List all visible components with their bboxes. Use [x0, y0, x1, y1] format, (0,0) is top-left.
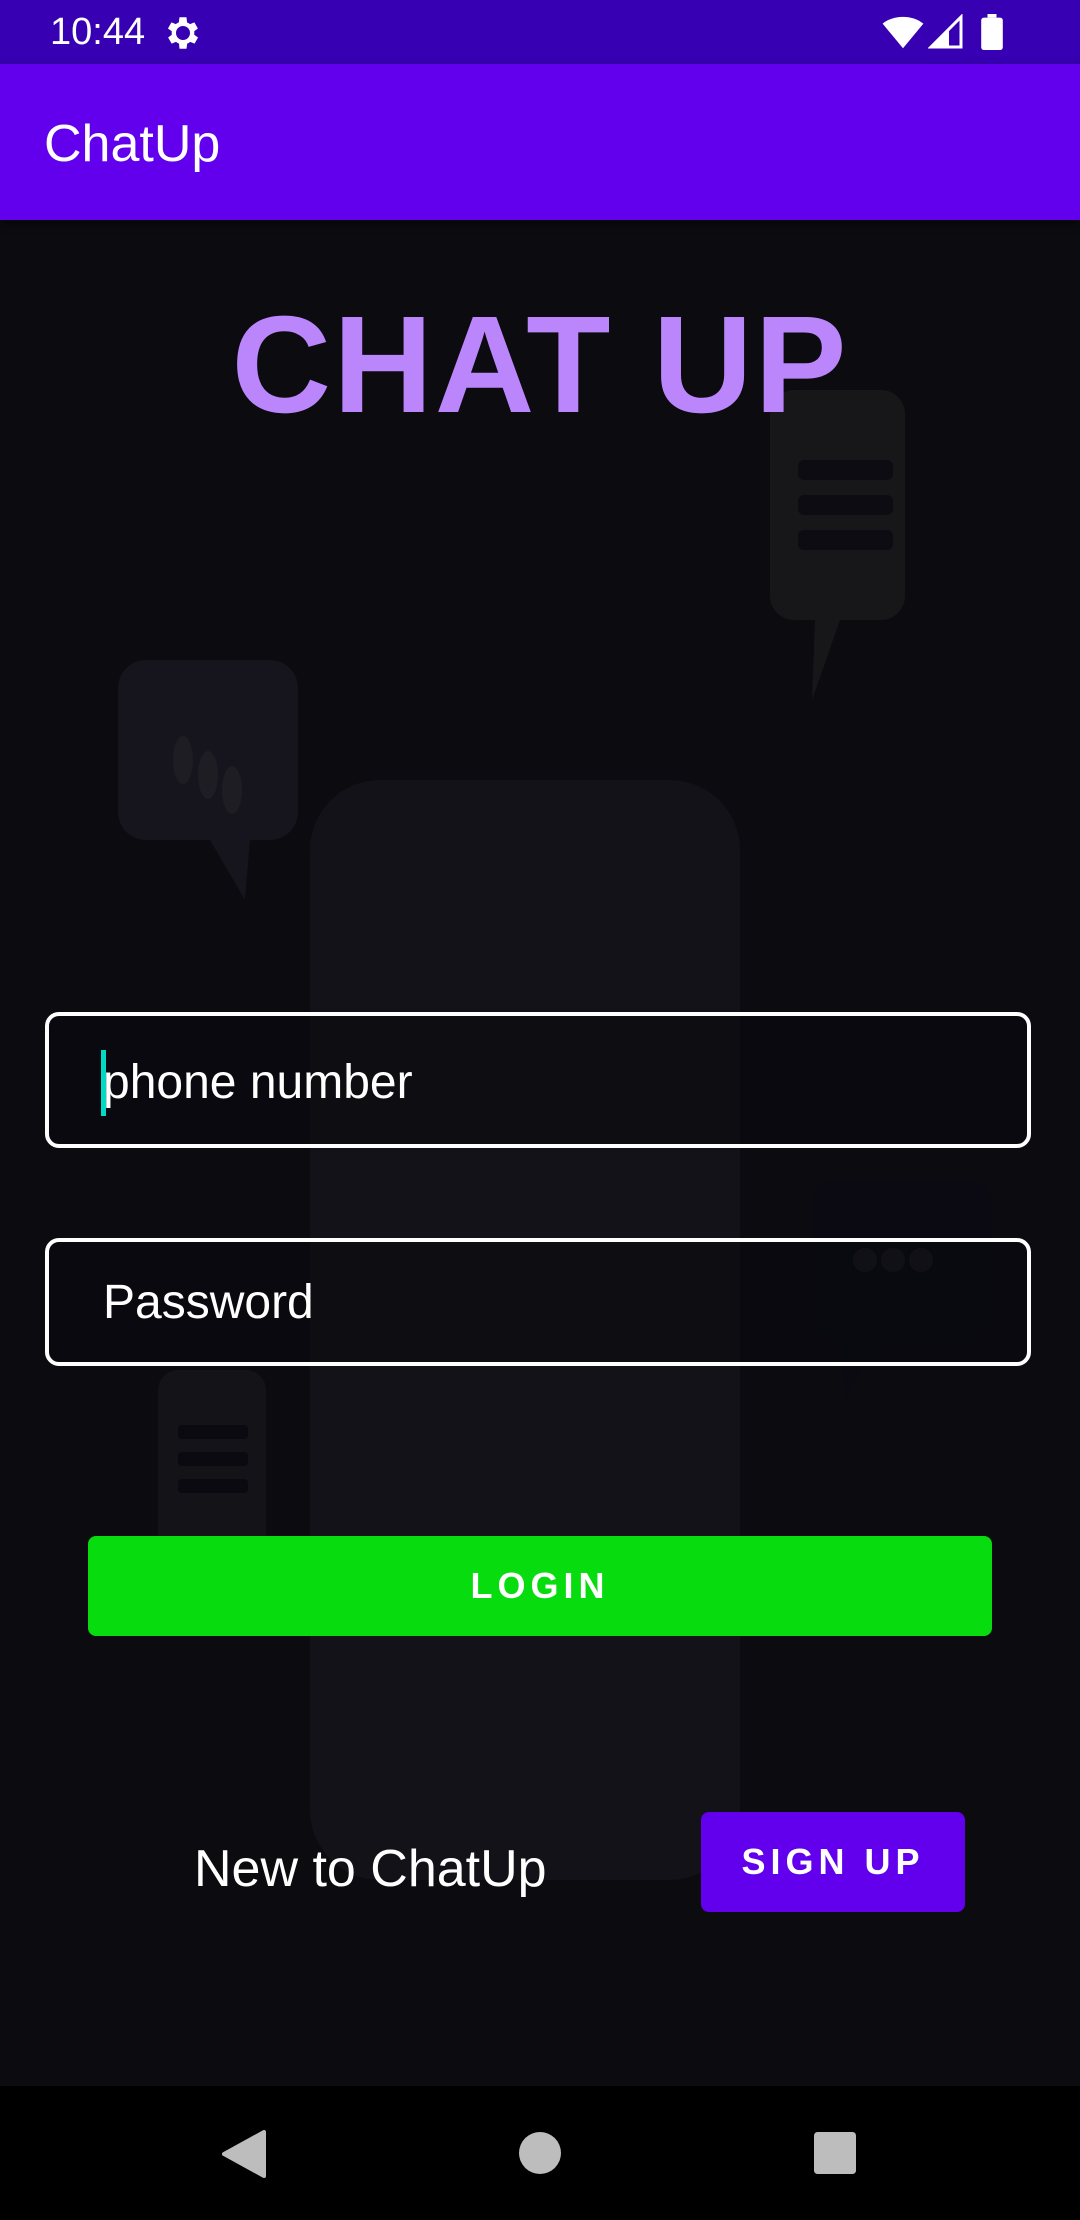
app-bar: ChatUp [0, 64, 1080, 220]
home-icon[interactable] [519, 2132, 561, 2174]
login-screen: 10:44 ChatUp CHAT UP phone number Passwo… [0, 0, 1080, 2220]
status-time: 10:44 [50, 11, 146, 53]
navigation-bar [0, 2086, 1080, 2220]
bg-bubble-left [118, 660, 298, 900]
password-placeholder: Password [103, 1276, 314, 1329]
background-illustration [118, 390, 992, 1880]
new-user-prompt: New to ChatUp [194, 1840, 547, 1898]
battery-icon [981, 14, 1003, 50]
app-title: ChatUp [44, 115, 221, 173]
phone-number-field[interactable]: phone number [45, 1012, 1031, 1148]
status-bar: 10:44 [0, 0, 1080, 64]
wifi-icon [882, 16, 924, 49]
gear-icon [167, 17, 199, 49]
back-icon[interactable] [222, 2130, 266, 2178]
recents-icon[interactable] [814, 2132, 856, 2174]
signal-icon [928, 14, 963, 49]
password-field[interactable]: Password [45, 1238, 1031, 1366]
phone-number-placeholder: phone number [103, 1056, 413, 1109]
sign-up-button[interactable]: SIGN UP [701, 1812, 965, 1912]
hero-title: CHAT UP [231, 288, 849, 442]
login-button[interactable]: LOGIN [88, 1536, 992, 1636]
